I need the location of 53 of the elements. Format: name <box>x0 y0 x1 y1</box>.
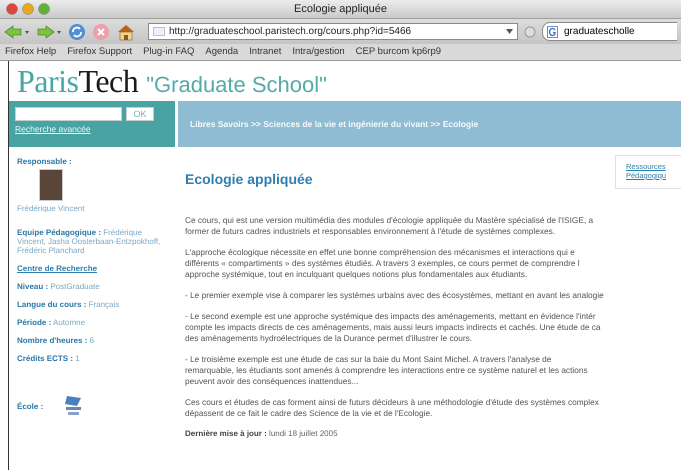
info-field: Langue du cours : Français <box>17 300 169 309</box>
bookmark-link[interactable]: Intranet <box>249 46 282 57</box>
page-title: Ecologie appliquée <box>185 171 313 187</box>
bookmark-link[interactable]: CEP burcom kp6rp9 <box>356 46 442 57</box>
text-line: L'approche écologique nécessite en effet une bonne compréhension des mécanismes et interactions qui e <box>185 247 576 258</box>
info-field: Niveau : PostGraduate <box>17 282 169 291</box>
school-logo-icon[interactable] <box>63 394 84 418</box>
text-line: des aménagements hydroélectriques de la Durance permet d'illustrer le cours. <box>185 333 474 344</box>
bookmark-link[interactable]: Agenda <box>205 46 238 57</box>
search-engine-icon[interactable] <box>547 26 561 38</box>
text-line: compte les impacts directs de ces aménagements, mais aussi leurs impacts indirects et cachés. Une étude de ca <box>185 322 602 333</box>
photo-placeholder <box>39 169 63 201</box>
dropdown-icon[interactable] <box>506 29 513 34</box>
bookmark-link[interactable]: Intra/gestion <box>292 46 345 57</box>
site-icon <box>153 27 165 36</box>
person-name: Frédérique Vincent <box>17 204 86 213</box>
window-title: Ecologie appliquée <box>294 3 387 15</box>
info-field: Nombre d'heures : 6 <box>17 336 169 345</box>
field-label: École : <box>17 402 44 410</box>
info-field: Crédits ECTS : 1 <box>17 354 169 363</box>
stop-icon[interactable] <box>92 22 110 40</box>
back-arrow-icon[interactable] <box>4 24 30 40</box>
minimize-icon[interactable] <box>22 3 34 15</box>
text-line: différents « compartiments » des systèmes étudiés. A travers 3 exemples, ce cours permet de comprendre l <box>185 258 581 269</box>
site-tagline: "Graduate School" <box>146 72 327 98</box>
text-line: peuvent avoir des conséquences inattendues... <box>185 376 360 387</box>
reload-icon[interactable] <box>68 22 86 40</box>
text-line: - Le second exemple est une approche systémique des impacts des aménagements, mettant en évidence l'intér <box>185 311 597 322</box>
info-field: Période : Automne <box>17 318 169 327</box>
text-line: former de futurs cadres industriels et responsables environnement à l'étude de systèmes complexes. <box>185 226 556 237</box>
breadcrumb-bar: Libres Savoirs >> Sciences de la vie et ingénierie du vivant >> Ecologie <box>178 101 681 147</box>
text-line: dépassent de ce fait le cadre des Science de la vie et de l'Ecologie. <box>185 408 434 419</box>
field-label: Responsable : <box>17 157 73 166</box>
text-line: remarquable, les étudiants sont amenés à comprendre les interactions entre ce système naturel et les actions <box>185 365 589 376</box>
text-line: Ces cours et études de cas forment ainsi de futurs décideurs à une méthodologie d'étude des systèmes complex <box>185 397 600 408</box>
address-field[interactable]: http://graduateschool.paristech.org/cours.php?id=5466 <box>148 23 518 40</box>
logo[interactable]: ParisTech <box>17 65 138 97</box>
research-center-link[interactable]: Centre de Recherche <box>17 264 98 273</box>
close-icon[interactable] <box>6 3 18 15</box>
text-line: approche systémique, tout en inculquant quelques notions plus fondamentales aux étudiants. <box>185 269 528 280</box>
text-line: - Le premier exemple vise à comparer les systèmes urbains avec des écosystèmes, mettant en avant les analogie <box>185 290 605 301</box>
zoom-icon[interactable] <box>38 3 50 15</box>
search-input[interactable] <box>15 107 122 121</box>
info-field: Equipe Pédagogique : Frédérique Vincent, Jasha Oosterbaan-Entzpokhoff, Frédéric Planchard <box>17 228 169 255</box>
bookmark-link[interactable]: Firefox Support <box>67 46 132 57</box>
bookmark-link[interactable]: Firefox Help <box>5 46 56 57</box>
text-line: - Le troisième exemple est une étude de cas sur la baie du Mont Saint Michel. A travers l'analyse de <box>185 354 552 365</box>
text-line: Ce cours, qui est une version multimédia des modules d'écologie appliquée du Mastère spécialisé de l'ISIGE, a <box>185 215 594 226</box>
search-field[interactable]: graduatescholle <box>542 22 677 41</box>
last-updated: Dernière mise à jour : lundi 18 juillet 2005 <box>185 429 339 438</box>
bookmark-link[interactable]: Plug-in FAQ <box>143 46 194 57</box>
home-icon[interactable] <box>116 22 136 40</box>
forward-arrow-icon[interactable] <box>36 24 62 40</box>
